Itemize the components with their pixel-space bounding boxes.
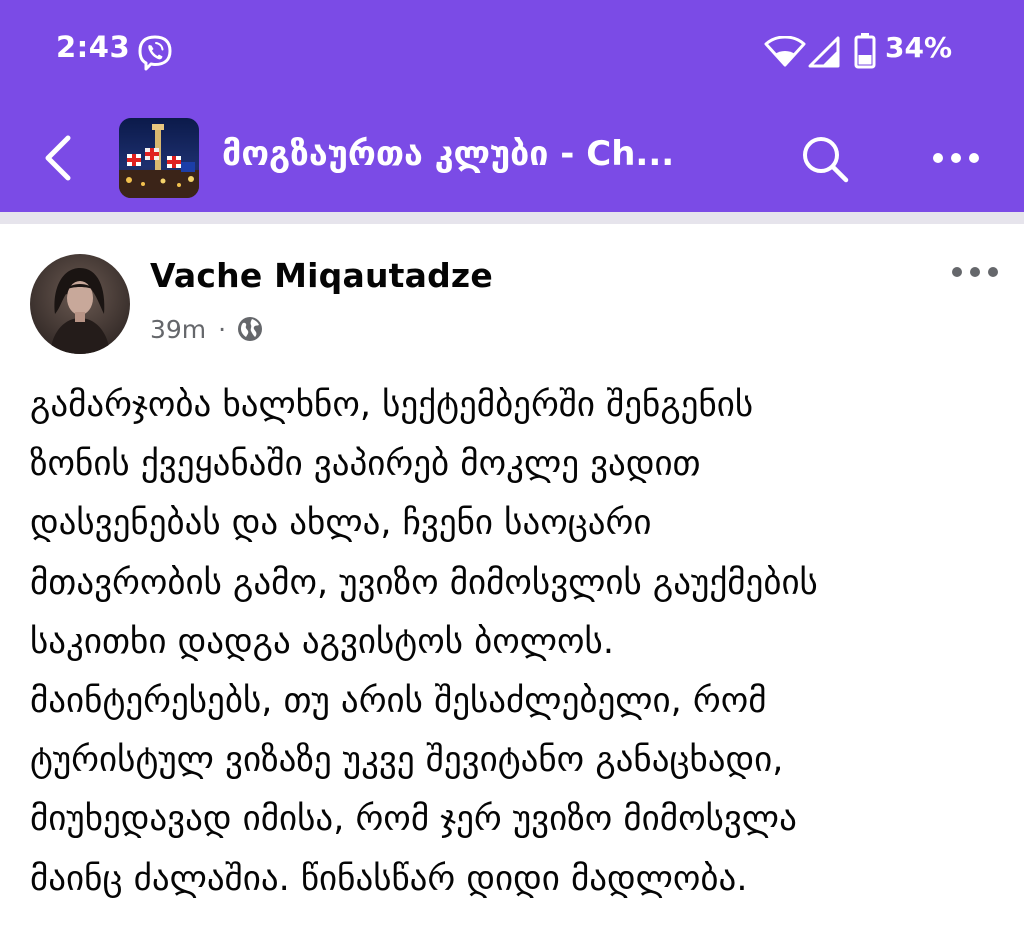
viber-icon <box>138 35 172 71</box>
post-text-line: მაინც ძალაშია. წინასწარ დიდი მადლობა. <box>30 858 748 899</box>
author-avatar[interactable] <box>30 254 130 354</box>
battery-percent: 34% <box>885 31 953 64</box>
post-text-line: საკითხი დადგა აგვისტოს ბოლოს. <box>30 621 614 662</box>
post-text: გამარჯობა ხალხნო, სექტემბერში შენგენის ზ… <box>30 376 1010 909</box>
app-header: 2:43 34% მოგზაურთა კლუბი - Ch... <box>0 0 1024 212</box>
wifi-icon <box>764 36 806 67</box>
back-chevron-icon[interactable] <box>36 130 80 186</box>
cell-signal-icon <box>808 36 840 68</box>
search-icon[interactable] <box>800 134 850 184</box>
post-text-line: მთავრობის გამო, უვიზო მიმოსვლის გაუქმები… <box>30 562 818 603</box>
group-cover-image <box>119 118 199 198</box>
globe-icon <box>238 317 263 341</box>
header-divider <box>0 212 1024 224</box>
post-text-line: ზონის ქვეყანაში ვაპირებ მოკლე ვადით <box>30 444 701 485</box>
post-text-line: მიუხედავად იმისა, რომ ჯერ უვიზო მიმოსვლა <box>30 799 797 840</box>
screen: 2:43 34% მოგზაურთა კლუბი - Ch... Vache M… <box>0 0 1024 937</box>
post-text-line: მაინტერესებს, თუ არის შესაძლებელი, რომ <box>30 681 767 722</box>
meta-separator: · <box>218 314 227 344</box>
battery-icon <box>854 33 876 69</box>
avatar-image <box>30 254 130 354</box>
group-title[interactable]: მოგზაურთა კლუბი - Ch... <box>222 134 782 174</box>
post-text-line: დასვენებას და ახლა, ჩვენი საოცარი <box>30 503 652 544</box>
post-options-icon[interactable] <box>950 263 1000 281</box>
post-meta: 39m · <box>150 312 264 346</box>
author-name[interactable]: Vache Miqautadze <box>150 256 493 295</box>
status-time: 2:43 <box>56 30 131 64</box>
group-cover-thumbnail[interactable] <box>119 118 199 198</box>
post-text-line: ტურისტულ ვიზაზე უკვე შევიტანო განაცხადი, <box>30 740 784 781</box>
post-text-line: გამარჯობა ხალხნო, სექტემბერში შენგენის <box>30 385 754 425</box>
more-dots-icon[interactable] <box>930 148 982 168</box>
post-timestamp[interactable]: 39m <box>150 315 206 344</box>
